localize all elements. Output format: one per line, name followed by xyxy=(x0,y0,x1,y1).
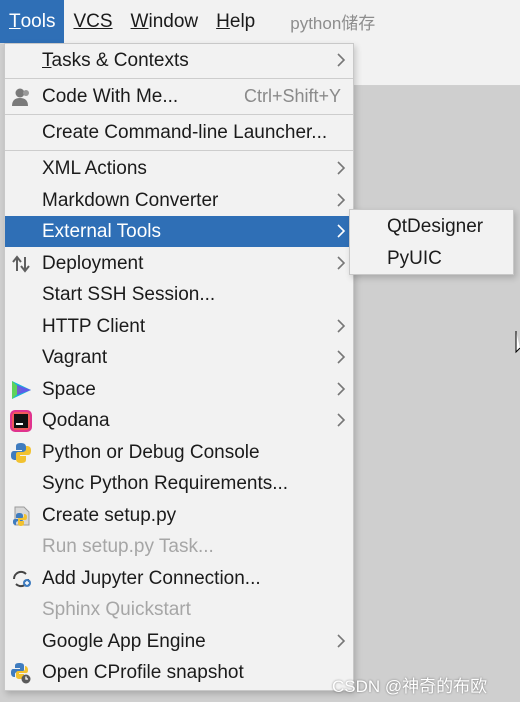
menu-item-label: Deployment xyxy=(42,252,144,274)
submenu-item-pyuic[interactable]: PyUIC xyxy=(350,243,513,275)
project-title: python储存 xyxy=(290,14,376,33)
deployment-icon xyxy=(9,252,33,276)
menu-item-label: HTTP Client xyxy=(42,315,146,337)
menu-item-label: Qodana xyxy=(42,409,110,431)
menu-item-deployment[interactable]: Deployment xyxy=(5,248,353,279)
jupyter-connection-icon xyxy=(9,567,33,591)
setup-py-icon xyxy=(9,504,33,528)
python-console-icon xyxy=(9,441,33,465)
menu-item-label: XML Actions xyxy=(42,157,147,179)
menu-item-add-jupyter-connection[interactable]: Add Jupyter Connection... xyxy=(5,563,353,594)
menu-item-label: Code With Me... xyxy=(42,85,179,107)
chevron-right-icon xyxy=(337,413,346,427)
chevron-right-icon xyxy=(337,350,346,364)
code-with-me-icon xyxy=(9,85,33,109)
menubar-help-mnemonic: H xyxy=(216,10,230,32)
menu-item-markdown-converter[interactable]: Markdown Converter xyxy=(5,185,353,216)
menu-item-google-app-engine[interactable]: Google App Engine xyxy=(5,626,353,657)
menu-item-label: Google App Engine xyxy=(42,630,206,652)
menu-item-label: Add Jupyter Connection... xyxy=(42,567,261,589)
menu-item-create-launcher[interactable]: Create Command-line Launcher... xyxy=(5,117,353,148)
chevron-right-icon xyxy=(337,193,346,207)
tasks-mnemonic: T xyxy=(42,49,52,71)
menu-item-create-setup-py[interactable]: Create setup.py xyxy=(5,500,353,531)
menu-item-label: Create Command-line Launcher... xyxy=(42,121,328,143)
menubar-help-rest: elp xyxy=(229,10,256,32)
menubar-vcs-label: VCS xyxy=(73,10,113,32)
qodana-icon xyxy=(9,409,33,433)
submenu-item-label: QtDesigner xyxy=(387,216,484,237)
menu-separator xyxy=(5,78,353,79)
shortcut-text: Ctrl+Shift+Y xyxy=(243,86,341,106)
menubar-window-mnemonic: W xyxy=(130,10,149,32)
menu-item-qodana[interactable]: Qodana xyxy=(5,405,353,436)
menu-item-label: Space xyxy=(42,378,96,400)
tools-menu: Tasks & Contexts Code With Me... Ctrl+Sh… xyxy=(4,43,354,691)
menubar-item-help[interactable]: Help xyxy=(207,0,264,43)
menu-item-python-console[interactable]: Python or Debug Console xyxy=(5,437,353,468)
menu-item-sync-python-requirements[interactable]: Sync Python Requirements... xyxy=(5,468,353,499)
menubar-item-vcs[interactable]: VCS xyxy=(64,0,121,43)
menu-separator xyxy=(5,114,353,115)
toolbar-strip xyxy=(354,43,520,86)
menu-item-label: Markdown Converter xyxy=(42,189,219,211)
menu-item-label: Start SSH Session... xyxy=(42,283,216,305)
chevron-right-icon xyxy=(337,161,346,175)
chevron-right-icon xyxy=(337,224,346,238)
menubar-tools-mnemonic: T xyxy=(9,10,21,32)
watermark: CSDN @神奇的布欧 xyxy=(332,677,488,696)
menu-item-label: Sphinx Quickstart xyxy=(42,598,191,620)
menu-item-code-with-me[interactable]: Code With Me... Ctrl+Shift+Y xyxy=(5,81,353,112)
menu-item-start-ssh[interactable]: Start SSH Session... xyxy=(5,279,353,310)
menu-item-http-client[interactable]: HTTP Client xyxy=(5,311,353,342)
chevron-right-icon xyxy=(337,256,346,270)
menu-item-label: External Tools xyxy=(42,220,161,242)
menu-item-label: Open CProfile snapshot xyxy=(42,661,244,683)
cprofile-icon xyxy=(9,661,33,685)
menu-item-label: Vagrant xyxy=(42,346,108,368)
menu-item-sphinx-quickstart: Sphinx Quickstart xyxy=(5,594,353,625)
menubar-item-tools[interactable]: Tools xyxy=(0,0,65,43)
external-tools-submenu: QtDesigner PyUIC xyxy=(349,209,514,275)
chevron-right-icon xyxy=(337,634,346,648)
menu-separator xyxy=(5,150,353,151)
menubar-tools-rest: ools xyxy=(20,10,56,32)
menu-bar: Tools VCS Window Help python储存 xyxy=(0,0,520,44)
tasks-label-rest: asks & Contexts xyxy=(51,49,189,71)
mouse-cursor-icon xyxy=(515,331,520,354)
menubar-item-window[interactable]: Window xyxy=(122,0,208,43)
menu-item-xml-actions[interactable]: XML Actions xyxy=(5,153,353,184)
submenu-item-qtdesigner[interactable]: QtDesigner xyxy=(350,211,513,243)
menu-item-label: Sync Python Requirements... xyxy=(42,472,289,494)
menu-item-label: Python or Debug Console xyxy=(42,441,260,463)
chevron-right-icon xyxy=(337,382,346,396)
menu-item-open-cprofile-snapshot[interactable]: Open CProfile snapshot xyxy=(5,657,353,688)
menu-item-tasks-contexts[interactable]: Tasks & Contexts xyxy=(5,45,353,76)
menubar-window-rest: indow xyxy=(148,10,199,32)
ide-window: Tools VCS Window Help python储存 Tasks & C… xyxy=(0,0,520,702)
menu-item-vagrant[interactable]: Vagrant xyxy=(5,342,353,373)
menu-item-space[interactable]: Space xyxy=(5,374,353,405)
menu-item-label: Create setup.py xyxy=(42,504,177,526)
submenu-item-label: PyUIC xyxy=(387,248,442,269)
menu-item-label: Run setup.py Task... xyxy=(42,535,214,557)
chevron-right-icon xyxy=(337,53,346,67)
chevron-right-icon xyxy=(337,319,346,333)
menu-item-label: Tasks & Contexts xyxy=(42,50,189,72)
menu-item-run-setup-py-task: Run setup.py Task... xyxy=(5,531,353,562)
menu-item-external-tools[interactable]: External Tools xyxy=(5,216,353,247)
space-icon xyxy=(9,378,33,402)
